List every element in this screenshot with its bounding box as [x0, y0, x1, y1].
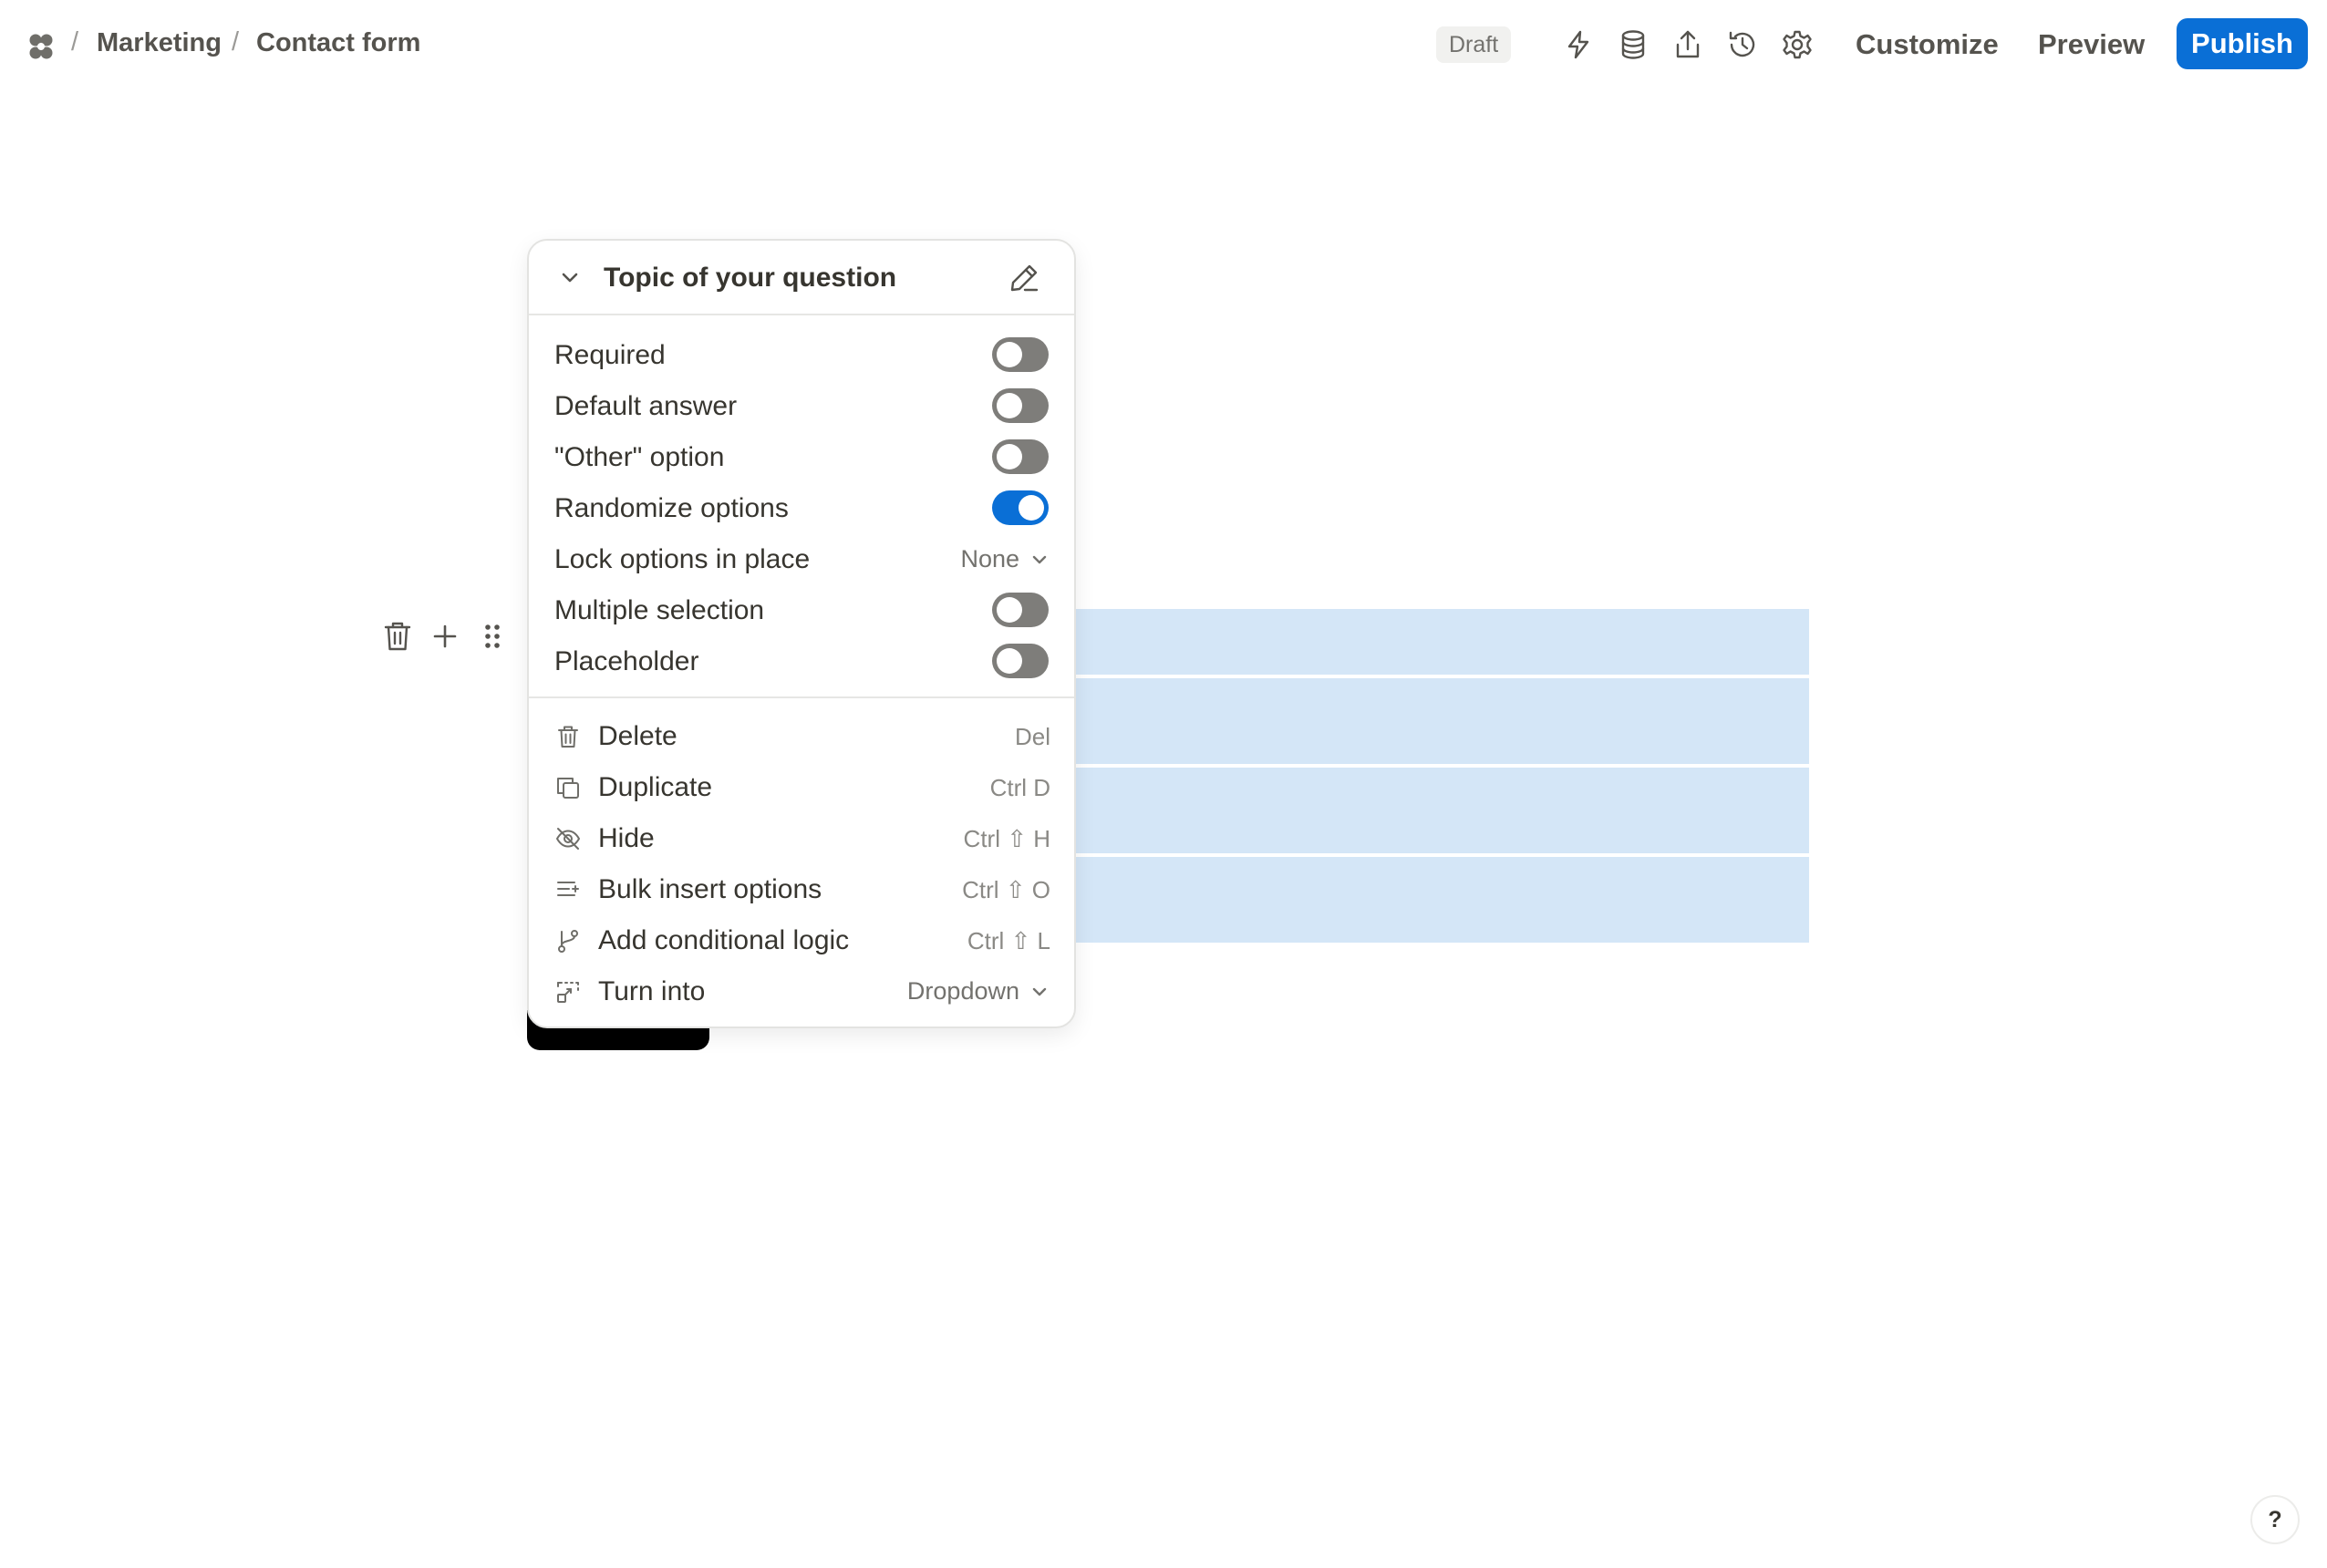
setting-label: "Other" option	[554, 442, 725, 472]
history-icon[interactable]	[1725, 27, 1760, 62]
trash-icon	[554, 723, 582, 750]
workspace-logo-icon[interactable]	[24, 29, 58, 64]
setting-multiple-selection: Multiple selection	[529, 585, 1074, 636]
menu-item-hide[interactable]: Hide Ctrl ⇧ H	[529, 813, 1074, 864]
shortcut-hint: Ctrl ⇧ H	[963, 825, 1050, 852]
setting-required: Required	[529, 330, 1074, 381]
setting-label: Lock options in place	[554, 544, 811, 574]
chevron-down-icon[interactable]	[556, 264, 584, 292]
turn-into-value: Dropdown	[906, 977, 1019, 1005]
default-answer-toggle[interactable]	[992, 388, 1049, 423]
menu-item-label: Bulk insert options	[598, 874, 822, 904]
breadcrumb-separator: /	[71, 27, 79, 57]
publish-button[interactable]: Publish	[2177, 18, 2308, 69]
shortcut-hint: Ctrl ⇧ O	[962, 876, 1050, 903]
setting-label: Default answer	[554, 391, 738, 421]
shortcut-hint: Ctrl D	[989, 774, 1050, 801]
menu-item-label: Delete	[598, 721, 677, 751]
lock-options-select[interactable]: None	[960, 545, 1050, 573]
setting-lock-options: Lock options in place None	[529, 534, 1074, 585]
setting-label: Multiple selection	[554, 595, 765, 625]
breadcrumb-form[interactable]: Contact form	[256, 28, 420, 58]
chevron-down-icon	[1032, 555, 1047, 563]
branch-icon	[554, 927, 582, 954]
add-block-icon[interactable]	[427, 618, 463, 655]
eye-off-icon	[554, 825, 582, 852]
menu-divider	[529, 696, 1074, 698]
shortcut-hint: Ctrl ⇧ L	[967, 927, 1050, 954]
breadcrumb-separator: /	[232, 27, 240, 57]
menu-item-label: Hide	[598, 823, 655, 853]
share-icon[interactable]	[1670, 27, 1705, 62]
menu-item-label: Duplicate	[598, 772, 713, 802]
turn-into-select[interactable]: Dropdown	[907, 977, 1050, 1006]
turn-into-icon	[554, 978, 582, 1006]
setting-label: Randomize options	[554, 493, 789, 523]
top-bar: / Marketing / Contact form Draft Customi…	[0, 0, 2327, 91]
menu-header: Topic of your question	[529, 241, 1074, 315]
setting-randomize-options: Randomize options	[529, 483, 1074, 534]
duplicate-icon	[554, 774, 582, 801]
menu-item-duplicate[interactable]: Duplicate Ctrl D	[529, 762, 1074, 813]
placeholder-toggle[interactable]	[992, 644, 1049, 678]
edit-pencil-icon[interactable]	[1007, 261, 1041, 295]
settings-icon[interactable]	[1780, 27, 1815, 62]
shortcut-hint: Del	[1014, 723, 1050, 750]
database-icon[interactable]	[1616, 27, 1650, 62]
customize-button[interactable]: Customize	[1856, 28, 1999, 61]
other-option-toggle[interactable]	[992, 439, 1049, 474]
setting-placeholder: Placeholder	[529, 636, 1074, 687]
menu-item-bulk-insert[interactable]: Bulk insert options Ctrl ⇧ O	[529, 864, 1074, 915]
form-editor-page: / Marketing / Contact form Draft Customi…	[0, 0, 2327, 1568]
lightning-icon[interactable]	[1561, 27, 1596, 62]
required-toggle[interactable]	[992, 337, 1049, 372]
chevron-down-icon	[1032, 987, 1047, 995]
breadcrumb-workspace[interactable]: Marketing	[97, 28, 222, 58]
preview-button[interactable]: Preview	[2038, 28, 2145, 61]
setting-default-answer: Default answer	[529, 381, 1074, 432]
setting-label: Required	[554, 340, 666, 370]
menu-item-conditional-logic[interactable]: Add conditional logic Ctrl ⇧ L	[529, 915, 1074, 966]
status-badge: Draft	[1436, 26, 1512, 63]
randomize-options-toggle[interactable]	[992, 490, 1049, 525]
setting-label: Placeholder	[554, 646, 699, 676]
help-button[interactable]: ?	[2250, 1495, 2300, 1544]
menu-item-delete[interactable]: Delete Del	[529, 711, 1074, 762]
lock-options-value: None	[960, 545, 1019, 573]
drag-handle-icon[interactable]	[474, 618, 511, 655]
menu-item-turn-into[interactable]: Turn into Dropdown	[529, 966, 1074, 1017]
question-settings-menu: Topic of your question Required Default …	[527, 239, 1076, 1028]
setting-other-option: "Other" option	[529, 432, 1074, 483]
bulk-insert-icon	[554, 876, 582, 903]
multiple-selection-toggle[interactable]	[992, 593, 1049, 627]
delete-block-icon[interactable]	[379, 618, 416, 655]
question-title: Topic of your question	[604, 263, 897, 293]
menu-item-label: Add conditional logic	[598, 925, 850, 955]
menu-item-label: Turn into	[598, 976, 706, 1006]
